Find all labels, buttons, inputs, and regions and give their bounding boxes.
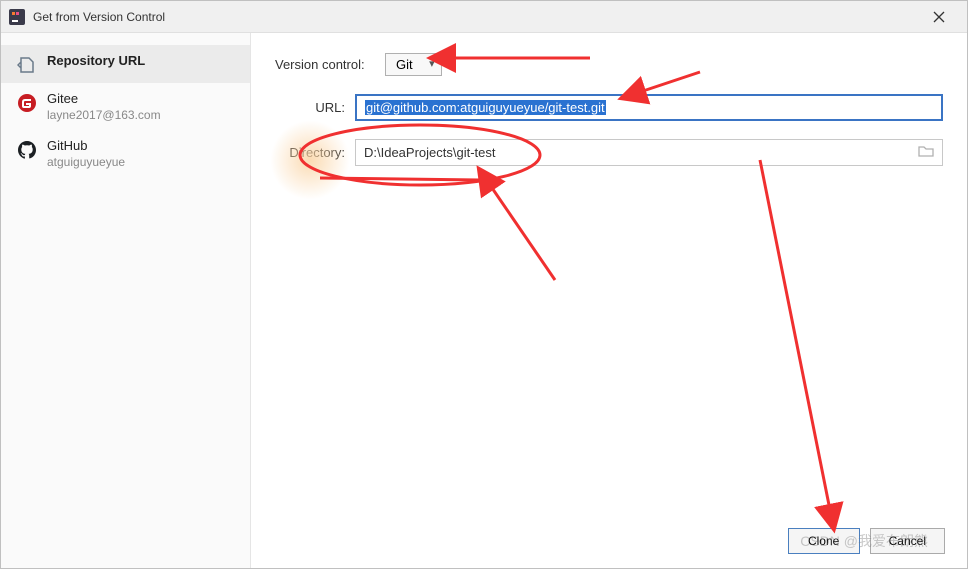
sidebar-item-github[interactable]: GitHub atguiguyueyue bbox=[1, 130, 250, 177]
sidebar-item-gitee[interactable]: Gitee layne2017@163.com bbox=[1, 83, 250, 130]
sidebar-item-sublabel: atguiguyueyue bbox=[47, 155, 125, 169]
dialog-body: Repository URL Gitee layne2017@163.com G… bbox=[1, 33, 967, 568]
url-input[interactable]: git@github.com:atguiguyueyue/git-test.gi… bbox=[355, 94, 943, 121]
close-icon bbox=[933, 11, 945, 23]
version-control-label: Version control: bbox=[275, 57, 385, 72]
repository-icon bbox=[17, 55, 37, 75]
sidebar: Repository URL Gitee layne2017@163.com G… bbox=[1, 33, 251, 568]
cancel-button[interactable]: Cancel bbox=[870, 528, 945, 554]
dialog-footer: Clone Cancel bbox=[788, 528, 945, 554]
main-panel: Version control: Git URL: git@github.com… bbox=[251, 33, 967, 568]
sidebar-item-label: Repository URL bbox=[47, 53, 145, 68]
folder-browse-icon[interactable] bbox=[918, 144, 934, 161]
github-icon bbox=[17, 140, 37, 160]
sidebar-item-label: Gitee bbox=[47, 91, 161, 106]
titlebar: Get from Version Control bbox=[1, 1, 967, 33]
directory-input[interactable]: D:\IdeaProjects\git-test bbox=[355, 139, 943, 166]
intellij-icon bbox=[9, 9, 25, 25]
version-control-value: Git bbox=[396, 57, 413, 72]
gitee-icon bbox=[17, 93, 37, 113]
highlight-blob bbox=[270, 120, 350, 200]
directory-row: Directory: D:\IdeaProjects\git-test bbox=[275, 139, 943, 166]
version-control-row: Version control: Git bbox=[275, 53, 943, 76]
url-label: URL: bbox=[275, 100, 355, 115]
sidebar-item-repository-url[interactable]: Repository URL bbox=[1, 45, 250, 83]
url-value: git@github.com:atguiguyueyue/git-test.gi… bbox=[365, 100, 606, 115]
version-control-select[interactable]: Git bbox=[385, 53, 442, 76]
directory-value: D:\IdeaProjects\git-test bbox=[364, 145, 918, 160]
sidebar-item-label: GitHub bbox=[47, 138, 125, 153]
close-button[interactable] bbox=[919, 1, 959, 33]
url-row: URL: git@github.com:atguiguyueyue/git-te… bbox=[275, 94, 943, 121]
dialog-window: Get from Version Control Repository URL … bbox=[0, 0, 968, 569]
clone-button[interactable]: Clone bbox=[788, 528, 860, 554]
sidebar-item-sublabel: layne2017@163.com bbox=[47, 108, 161, 122]
dialog-title: Get from Version Control bbox=[33, 10, 919, 24]
